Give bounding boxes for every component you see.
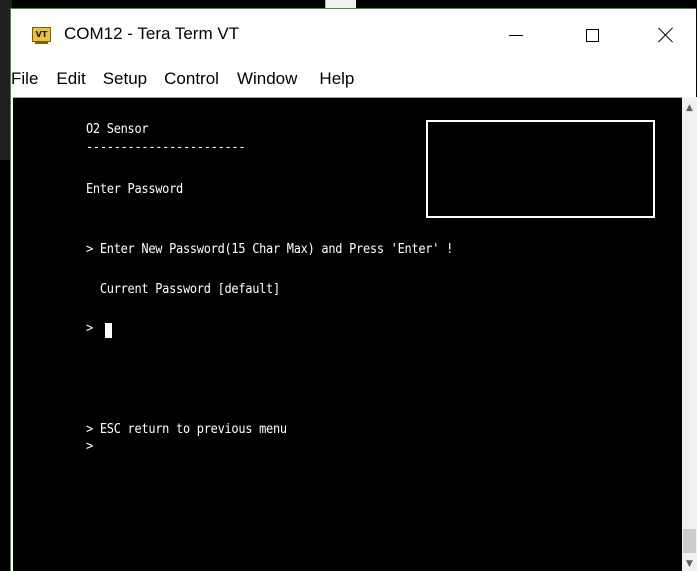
menu-bar: File Edit Setup Control Window Help (11, 65, 696, 93)
close-icon (658, 27, 674, 43)
scroll-down-arrow-icon[interactable]: ▼ (682, 555, 697, 571)
menu-setup[interactable]: Setup (103, 69, 147, 89)
menu-control[interactable]: Control (164, 69, 219, 89)
tera-term-window: VT COM12 - Tera Term VT File Edit Setup … (10, 8, 697, 571)
terminal-line: Current Password [default] (86, 282, 280, 297)
title-bar[interactable]: VT COM12 - Tera Term VT (11, 9, 696, 61)
close-button[interactable] (643, 9, 689, 61)
menu-help[interactable]: Help (319, 69, 354, 89)
tera-term-app-icon[interactable]: VT (32, 27, 51, 44)
window-title: COM12 - Tera Term VT (64, 24, 240, 43)
screen: VT COM12 - Tera Term VT File Edit Setup … (0, 0, 697, 571)
vertical-scrollbar[interactable]: ▲ ▼ (682, 97, 697, 571)
scroll-thumb[interactable] (683, 529, 696, 553)
terminal-line: ----------------------- (86, 140, 246, 155)
menu-file[interactable]: File (11, 69, 38, 89)
menu-edit[interactable]: Edit (56, 69, 85, 89)
maximize-icon (585, 28, 599, 42)
terminal-line: > ESC return to previous menu (86, 422, 287, 437)
terminal-line: > Enter New Password(15 Char Max) and Pr… (86, 242, 454, 257)
text-cursor (105, 323, 112, 338)
minimize-button[interactable] (493, 9, 539, 61)
terminal-line: Enter Password (86, 182, 183, 197)
minimize-icon (509, 34, 523, 36)
terminal-prompt: > (86, 321, 100, 336)
overlay-rectangle (426, 120, 655, 218)
terminal-line: > (86, 439, 93, 454)
terminal-line: O2 Sensor (86, 122, 149, 137)
maximize-button[interactable] (569, 9, 615, 61)
scroll-up-arrow-icon[interactable]: ▲ (682, 99, 697, 116)
terminal-screen[interactable]: O2 Sensor ----------------------- Enter … (13, 97, 682, 571)
menu-window[interactable]: Window (237, 69, 297, 89)
